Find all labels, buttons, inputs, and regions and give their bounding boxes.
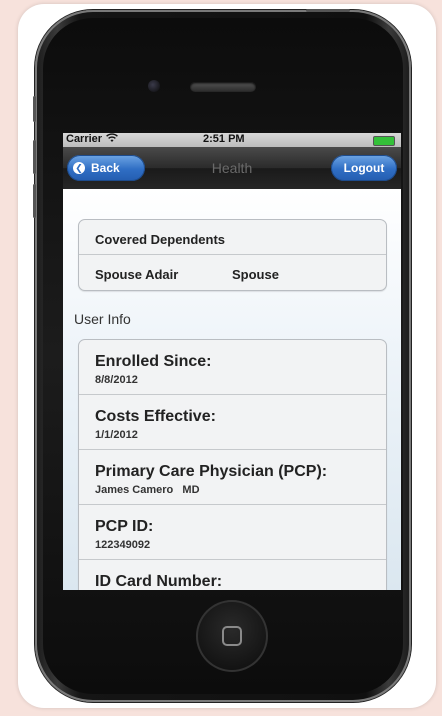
user-info-section-label: User Info xyxy=(74,311,131,327)
carrier-label: Carrier xyxy=(66,133,103,145)
status-time: 2:51 PM xyxy=(203,133,245,145)
mute-switch xyxy=(33,96,36,122)
info-label: PCP ID: xyxy=(95,518,154,535)
info-value: 1/1/2012 xyxy=(95,429,138,441)
dependent-relation: Spouse xyxy=(232,267,279,282)
info-label: Costs Effective: xyxy=(95,408,216,425)
info-value: 8/8/2012 xyxy=(95,374,138,386)
home-square-icon xyxy=(222,626,242,646)
front-camera xyxy=(148,80,160,92)
earpiece-speaker xyxy=(190,82,256,92)
dependent-name: Spouse Adair xyxy=(95,267,179,282)
volume-up-button xyxy=(33,140,36,174)
dependents-header: Covered Dependents xyxy=(79,220,386,255)
info-value: 122349092 xyxy=(95,539,151,551)
id-card-number-row: ID Card Number: xyxy=(79,560,386,590)
status-bar: Carrier 2:51 PM xyxy=(63,133,401,147)
power-button xyxy=(306,9,350,12)
wifi-icon xyxy=(105,133,119,146)
info-label: Primary Care Physician (PCP): xyxy=(95,463,328,480)
enrolled-since-row: Enrolled Since: 8/8/2012 xyxy=(79,340,386,395)
info-label: Enrolled Since: xyxy=(95,353,212,370)
phone-screen: Carrier 2:51 PM ❮ Back Health Logout Cov… xyxy=(63,133,401,590)
navigation-bar: ❮ Back Health Logout xyxy=(63,147,401,189)
battery-icon xyxy=(373,136,395,146)
pcp-id-row: PCP ID: 122349092 xyxy=(79,505,386,560)
logout-button[interactable]: Logout xyxy=(331,155,397,181)
dependents-header-label: Covered Dependents xyxy=(95,232,226,247)
volume-down-button xyxy=(33,184,36,218)
dependent-row[interactable]: Spouse Adair Spouse xyxy=(79,255,386,290)
dependents-group: Covered Dependents Spouse Adair Spouse xyxy=(78,219,387,291)
user-info-group: Enrolled Since: 8/8/2012 Costs Effective… xyxy=(78,339,387,590)
info-value: James Camero MD xyxy=(95,484,200,496)
pcp-row: Primary Care Physician (PCP): James Came… xyxy=(79,450,386,505)
costs-effective-row: Costs Effective: 1/1/2012 xyxy=(79,395,386,450)
content-area: Covered Dependents Spouse Adair Spouse U… xyxy=(63,189,401,590)
info-label: ID Card Number: xyxy=(95,573,223,590)
